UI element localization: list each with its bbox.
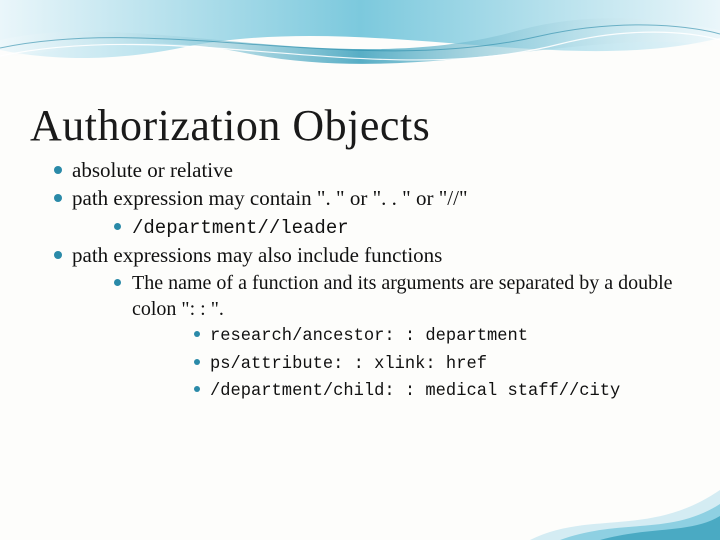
- code-text: ps/attribute: : xlink: href: [210, 355, 487, 374]
- slide-content: Authorization Objects absolute or relati…: [0, 0, 720, 403]
- list-item: path expression may contain ". " or ". .…: [30, 185, 690, 240]
- bullet-text: absolute or relative: [72, 158, 233, 182]
- list-item: /department//leader: [72, 214, 690, 241]
- bullet-list: absolute or relative path expression may…: [30, 157, 690, 403]
- bullet-text: path expression may contain ". " or ". .…: [72, 186, 468, 210]
- bullet-text: path expressions may also include functi…: [72, 243, 442, 267]
- list-item: The name of a function and its arguments…: [72, 270, 690, 402]
- code-text: /department/child: : medical staff//city: [210, 382, 620, 401]
- list-item: ps/attribute: : xlink: href: [132, 350, 690, 376]
- code-text: /department//leader: [132, 217, 349, 239]
- code-text: research/ancestor: : department: [210, 327, 528, 346]
- list-item: absolute or relative: [30, 157, 690, 183]
- decorative-wave-corner: [530, 470, 720, 540]
- list-item: path expressions may also include functi…: [30, 242, 690, 402]
- slide-title: Authorization Objects: [30, 100, 690, 151]
- list-item: /department/child: : medical staff//city: [132, 377, 690, 403]
- bullet-text: The name of a function and its arguments…: [132, 272, 673, 320]
- list-item: research/ancestor: : department: [132, 322, 690, 348]
